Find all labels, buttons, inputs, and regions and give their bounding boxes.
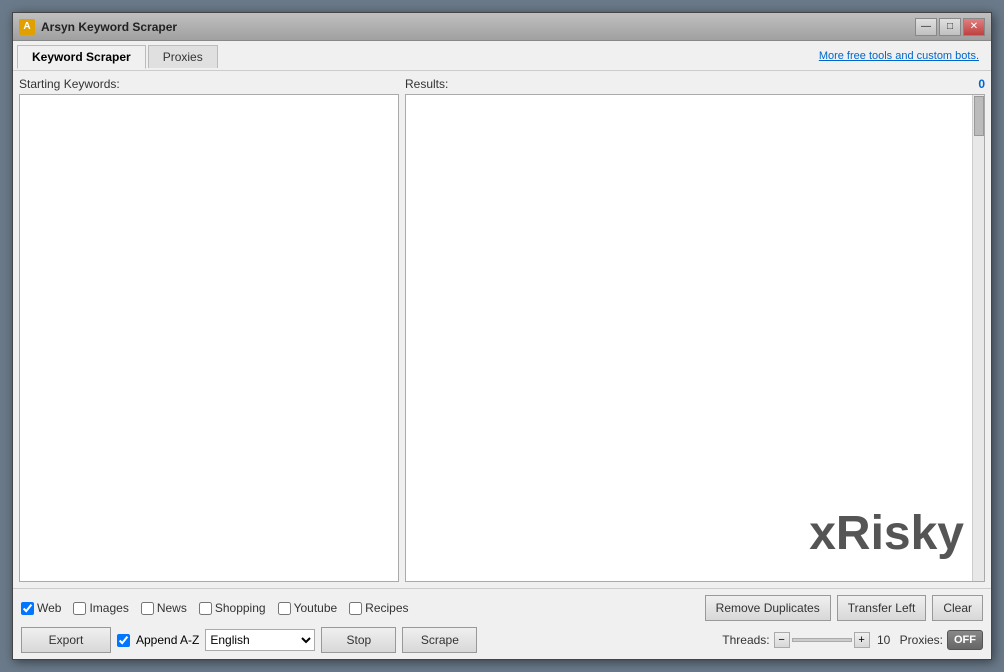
maximize-button[interactable]: □ xyxy=(939,18,961,36)
threads-plus-button[interactable]: + xyxy=(854,632,870,648)
stop-button[interactable]: Stop xyxy=(321,627,396,653)
youtube-label: Youtube xyxy=(294,601,338,615)
youtube-checkbox[interactable] xyxy=(278,602,291,615)
right-actions: Remove Duplicates Transfer Left Clear xyxy=(705,595,983,621)
bottom-actions: Export Append A-Z English Spanish French… xyxy=(21,627,983,653)
main-content: Starting Keywords: Results: 0 xRisky xyxy=(13,71,991,588)
right-panel: Results: 0 xRisky xyxy=(405,77,985,582)
close-button[interactable]: ✕ xyxy=(963,18,985,36)
bottom-bar: Web Images News Shopping Youtube Recipes xyxy=(13,588,991,659)
threads-label: Threads: xyxy=(722,633,769,647)
append-az-checkbox[interactable] xyxy=(117,634,130,647)
results-area: xRisky xyxy=(405,94,985,582)
news-label: News xyxy=(157,601,187,615)
menu-bar: Keyword Scraper Proxies More free tools … xyxy=(13,41,991,71)
watermark: xRisky xyxy=(809,506,964,561)
checkbox-recipes: Recipes xyxy=(349,601,408,615)
transfer-left-button[interactable]: Transfer Left xyxy=(837,595,927,621)
threads-section: Threads: − + 10 xyxy=(722,632,893,648)
title-bar: A Arsyn Keyword Scraper — □ ✕ xyxy=(13,13,991,41)
main-window: A Arsyn Keyword Scraper — □ ✕ Keyword Sc… xyxy=(12,12,992,660)
checkboxes-row: Web Images News Shopping Youtube Recipes xyxy=(21,595,983,621)
news-checkbox[interactable] xyxy=(141,602,154,615)
proxies-section: Proxies: OFF xyxy=(900,630,983,650)
checkbox-web: Web xyxy=(21,601,61,615)
export-button[interactable]: Export xyxy=(21,627,111,653)
proxies-toggle[interactable]: OFF xyxy=(947,630,983,650)
proxies-label: Proxies: xyxy=(900,633,943,647)
more-tools-link[interactable]: More free tools and custom bots. xyxy=(819,50,987,62)
threads-control: − + xyxy=(774,632,870,648)
threads-slider[interactable] xyxy=(792,638,852,642)
web-label: Web xyxy=(37,601,61,615)
window-controls: — □ ✕ xyxy=(915,18,985,36)
tab-proxies[interactable]: Proxies xyxy=(148,45,218,68)
checkbox-images: Images xyxy=(73,601,128,615)
keywords-label: Starting Keywords: xyxy=(19,77,399,91)
recipes-checkbox[interactable] xyxy=(349,602,362,615)
threads-minus-button[interactable]: − xyxy=(774,632,790,648)
images-label: Images xyxy=(89,601,128,615)
clear-button[interactable]: Clear xyxy=(932,595,983,621)
threads-value: 10 xyxy=(874,633,894,647)
tab-keyword-scraper[interactable]: Keyword Scraper xyxy=(17,45,146,69)
language-select[interactable]: English Spanish French German Italian Po… xyxy=(205,629,315,651)
web-checkbox[interactable] xyxy=(21,602,34,615)
images-checkbox[interactable] xyxy=(73,602,86,615)
checkbox-shopping: Shopping xyxy=(199,601,266,615)
results-header: Results: 0 xyxy=(405,77,985,91)
remove-duplicates-button[interactable]: Remove Duplicates xyxy=(705,595,831,621)
scrape-button[interactable]: Scrape xyxy=(402,627,477,653)
minimize-button[interactable]: — xyxy=(915,18,937,36)
scrollbar-thumb[interactable] xyxy=(974,96,984,136)
checkbox-news: News xyxy=(141,601,187,615)
shopping-label: Shopping xyxy=(215,601,266,615)
append-az-label: Append A-Z xyxy=(136,633,199,647)
append-section: Append A-Z English Spanish French German… xyxy=(117,627,477,653)
checkbox-youtube: Youtube xyxy=(278,601,338,615)
results-count: 0 xyxy=(978,77,985,91)
results-scrollbar[interactable] xyxy=(972,95,984,581)
window-title: Arsyn Keyword Scraper xyxy=(41,20,915,34)
results-label: Results: xyxy=(405,77,448,91)
recipes-label: Recipes xyxy=(365,601,408,615)
left-panel: Starting Keywords: xyxy=(19,77,399,582)
shopping-checkbox[interactable] xyxy=(199,602,212,615)
keywords-input[interactable] xyxy=(19,94,399,582)
app-icon: A xyxy=(19,19,35,35)
